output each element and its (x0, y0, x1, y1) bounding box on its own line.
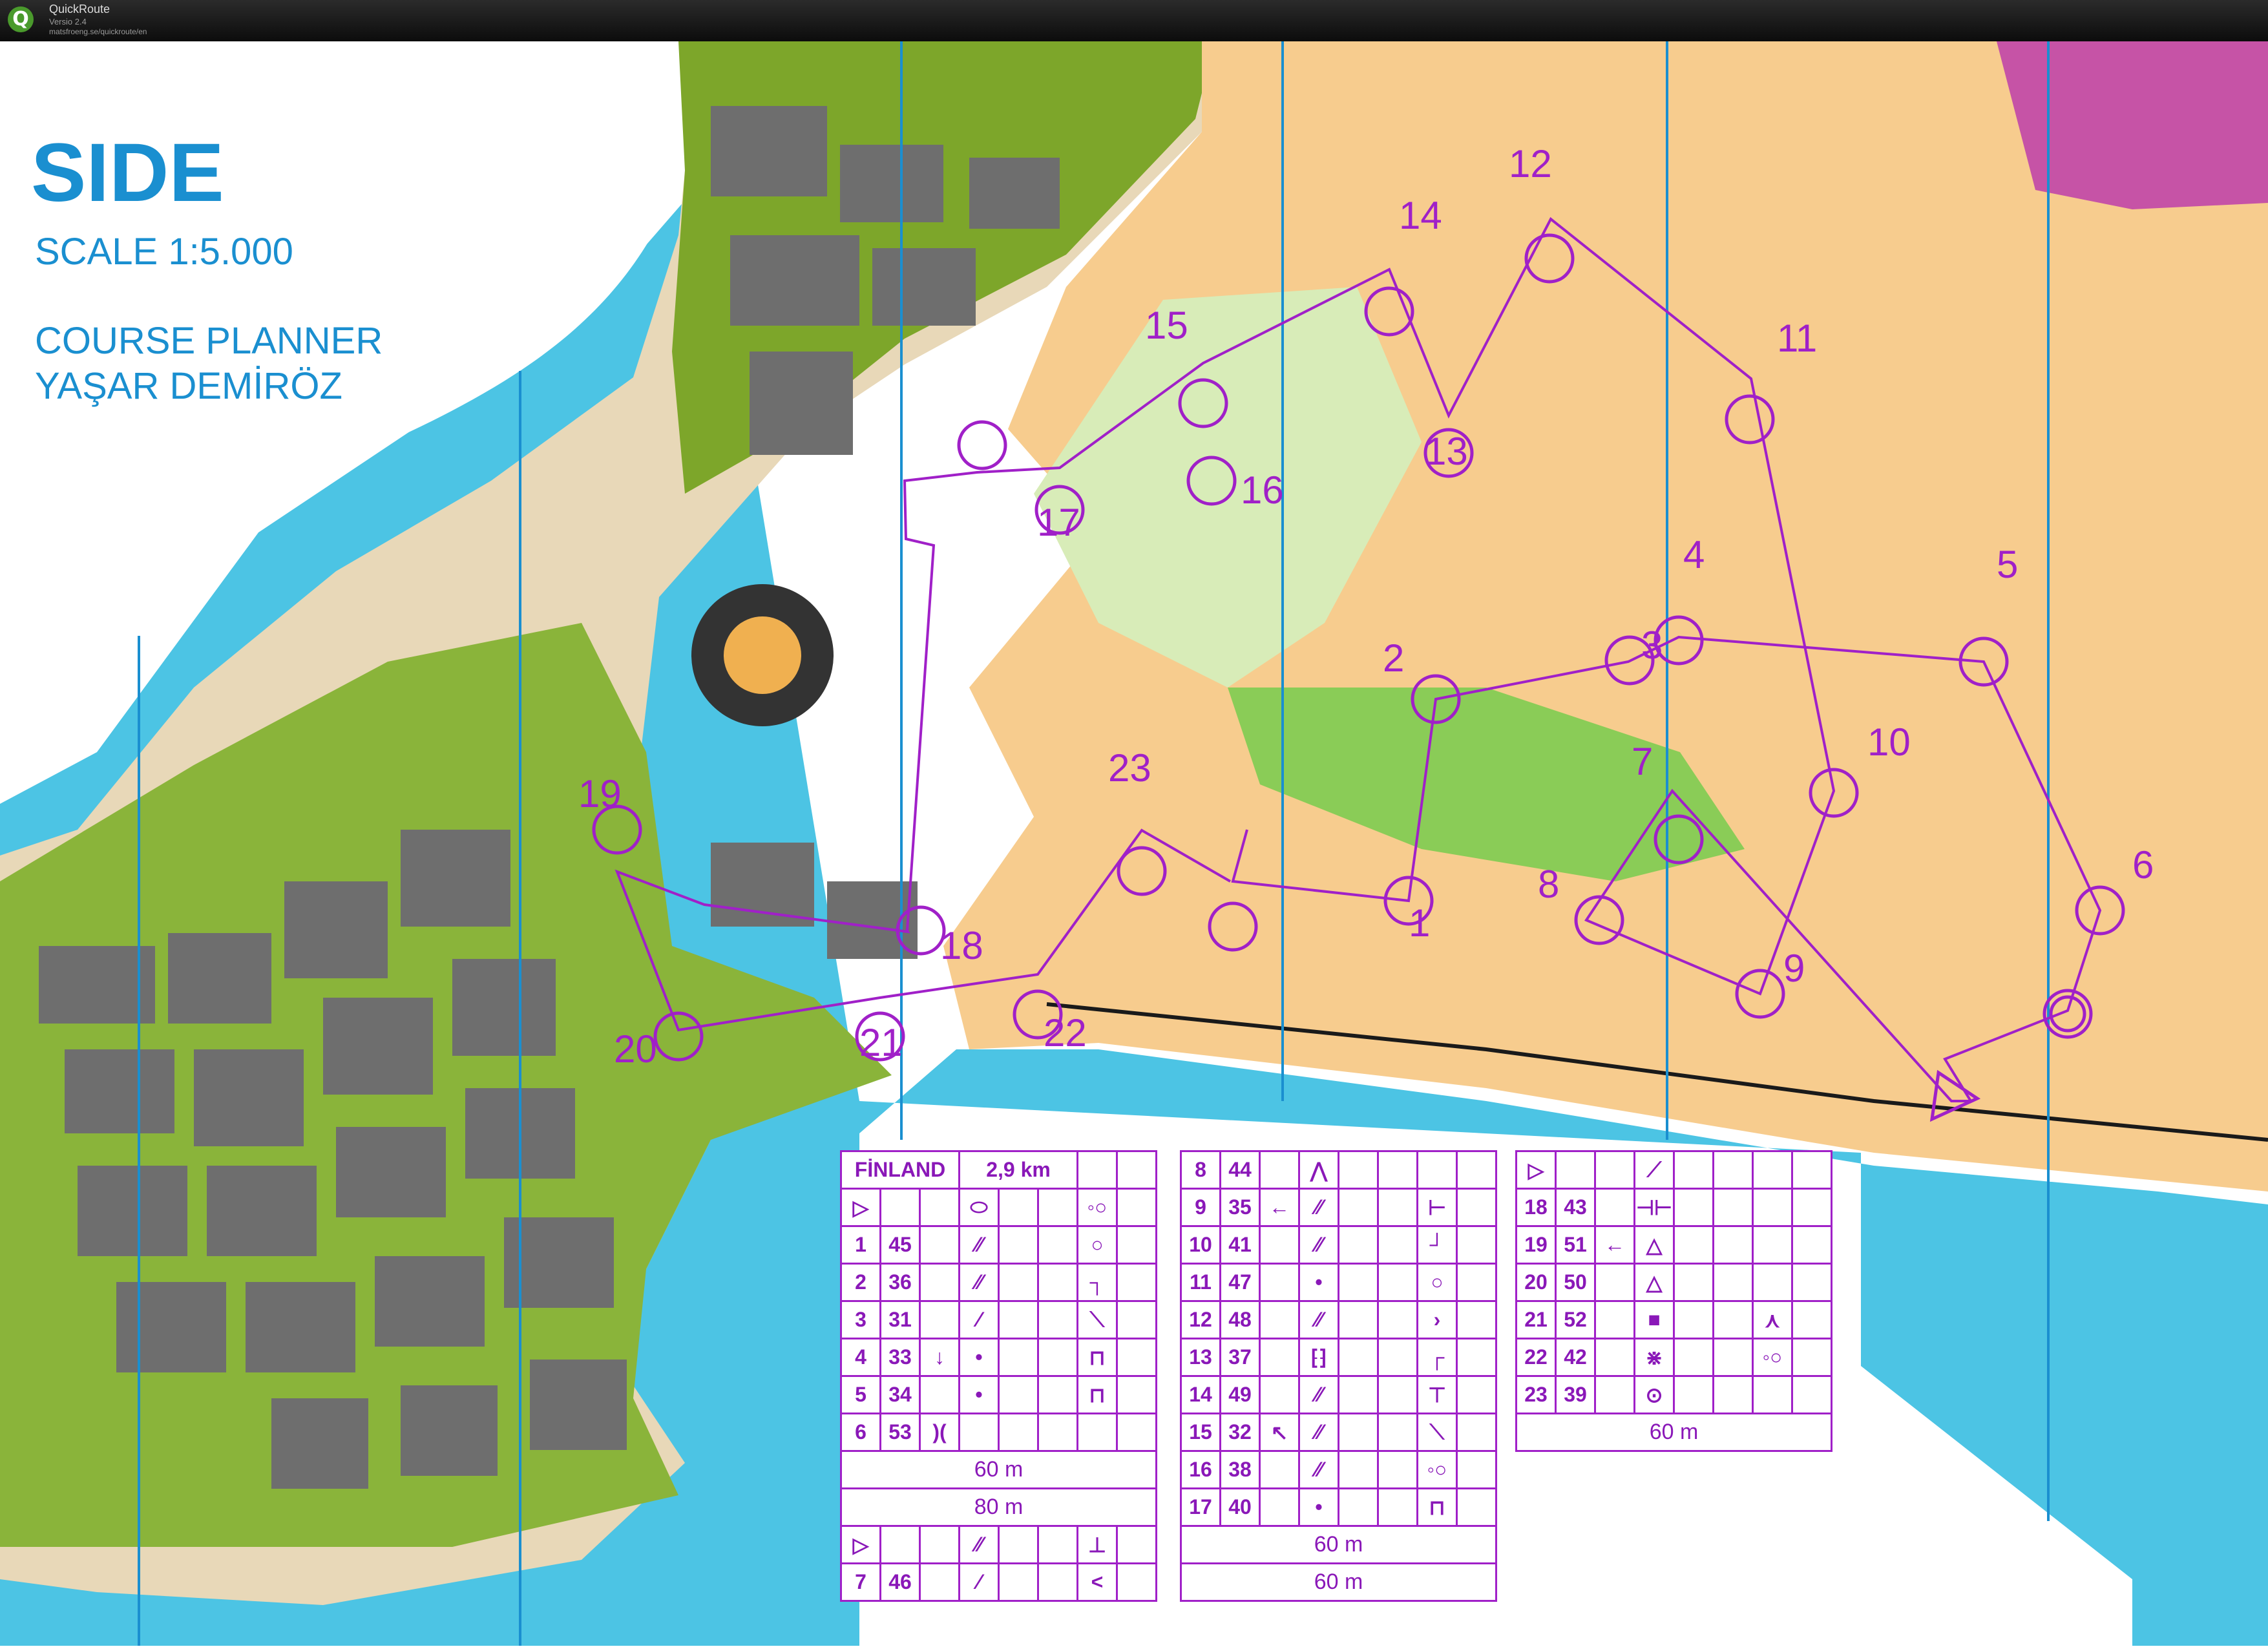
control-label-4: 4 (1683, 533, 1705, 576)
control-label-22: 22 (1044, 1011, 1087, 1055)
control-label-3: 3 (1641, 624, 1663, 667)
restricted-area (1997, 41, 2268, 209)
control-label-9: 9 (1783, 947, 1805, 990)
course-planner-label: COURSE PLANNER (35, 320, 383, 362)
control-descriptions-col1: FİNLAND 2,9 km ▷ ⬭ ◦○ 1 45 ⁄⁄ ○ 2 36 ⁄⁄ ┐ 3 31 ⁄ ⟍ 4… (840, 1150, 1157, 1602)
control-label-10: 10 (1867, 720, 1911, 764)
control-label-2: 2 (1383, 636, 1405, 680)
control-descriptions-col2: 8 44 ⋀ 9 35 ← ⁄⁄ ⊢ 10 41 ⁄⁄ ┘ 11 47 • ○ 12 48 ⁄⁄ › 13 37… (1180, 1150, 1497, 1602)
orienteering-map[interactable]: SIDE SCALE 1:5.000 COURSE PLANNER YAŞAR … (0, 41, 2268, 1646)
route-to-finish-e: 60 m (1515, 1413, 1832, 1452)
control-label-17: 17 (1037, 501, 1080, 544)
control-label-11: 11 (1777, 317, 1818, 360)
course-length: 2,9 km (958, 1150, 1078, 1190)
control-label-23: 23 (1108, 746, 1151, 790)
control-label-1: 1 (1409, 901, 1431, 945)
control-label-5: 5 (1997, 543, 2019, 586)
route-to-finish-b: 80 m (840, 1487, 1157, 1527)
control-label-6: 6 (2132, 843, 2154, 887)
course-name: FİNLAND (840, 1150, 960, 1190)
route-to-finish-d: 60 m (1180, 1562, 1497, 1602)
course-planner-name: YAŞAR DEMİRÖZ (35, 365, 342, 407)
route-to-finish-c: 60 m (1180, 1525, 1497, 1564)
control-label-12: 12 (1509, 142, 1552, 185)
app-name: QuickRoute (49, 3, 110, 16)
control-label-8: 8 (1538, 863, 1560, 906)
control-descriptions-col3: ▷ ⟋ 18 43 ⊣⊢ 19 51 ← △ 20 50 △ 21 52 ■ ⋏ 22 42 ⋇ ◦○ 23… (1515, 1150, 1832, 1452)
control-label-16: 16 (1241, 468, 1284, 512)
control-label-14: 14 (1399, 194, 1442, 237)
control-label-15: 15 (1145, 304, 1188, 347)
control-label-18: 18 (940, 924, 983, 967)
control-label-19: 19 (578, 772, 622, 815)
app-version: Versio 2.4 (49, 17, 87, 26)
app-url: matsfroeng.se/quickroute/en (49, 27, 147, 36)
control-label-21: 21 (859, 1021, 903, 1064)
map-scale: SCALE 1:5.000 (35, 231, 293, 273)
control-label-7: 7 (1632, 740, 1654, 783)
title-bar: Q QuickRoute Versio 2.4 matsfroeng.se/qu… (0, 0, 2268, 41)
route-to-finish-a: 60 m (840, 1450, 1157, 1489)
control-label-13: 13 (1425, 430, 1468, 473)
map-title: SIDE (31, 127, 224, 219)
quickroute-logo-icon: Q (8, 6, 34, 32)
control-label-20: 20 (614, 1027, 657, 1071)
